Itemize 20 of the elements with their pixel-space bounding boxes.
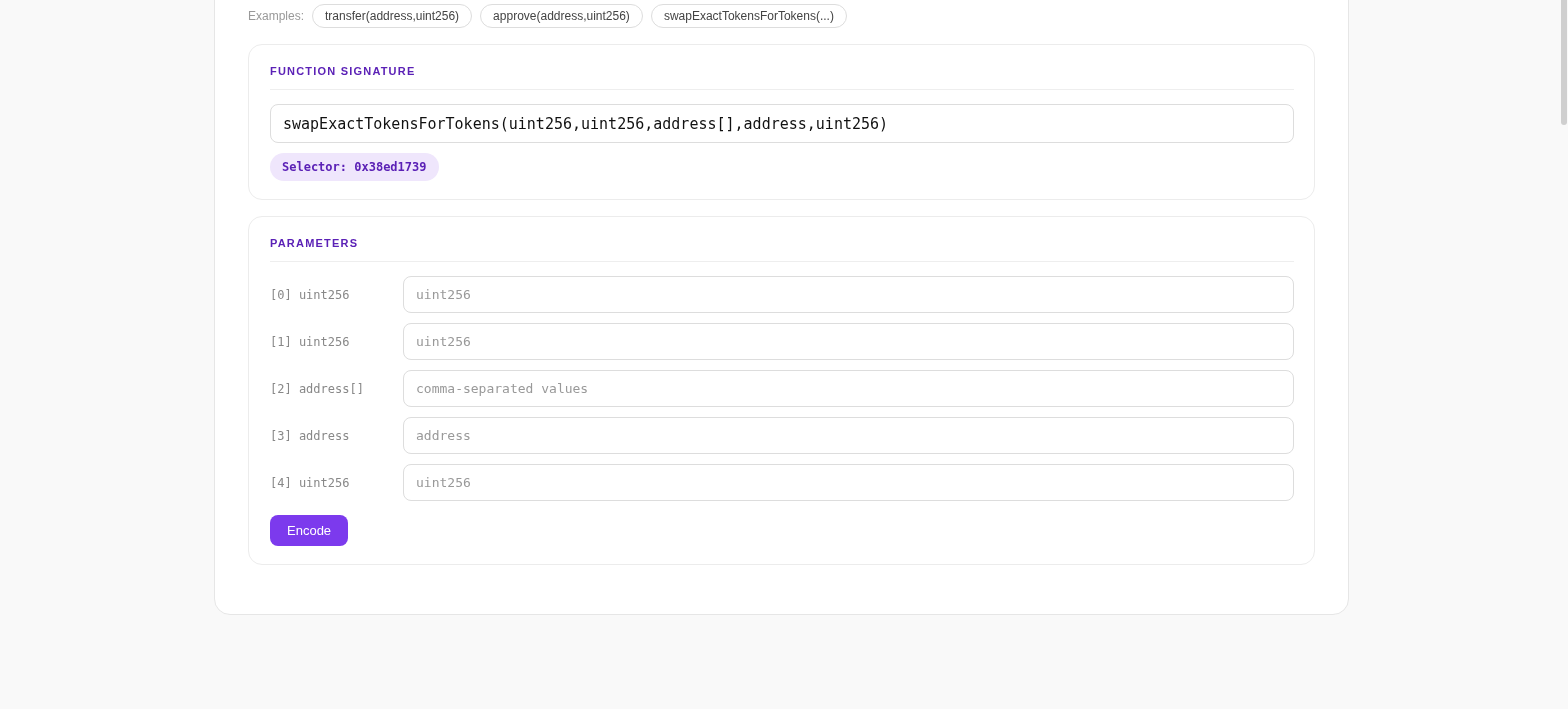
scrollbar-thumb[interactable] <box>1561 0 1567 125</box>
parameter-input[interactable]: uint256 <box>403 276 1294 313</box>
parameter-label: [1] uint256 <box>270 334 351 349</box>
parameter-input[interactable]: uint256 <box>403 464 1294 501</box>
card-title: PARAMETERS <box>270 237 1294 262</box>
parameter-label: [3] address <box>270 428 351 443</box>
signature-field[interactable]: swapExactTokensForTokens(uint256,uint256,address[],address,uint256) <box>270 104 1294 143</box>
parameter-label: [2] address[] <box>270 381 365 396</box>
parameter-label: [4] uint256 <box>270 475 351 490</box>
card-title: FUNCTION SIGNATURE <box>270 65 1294 90</box>
example-chip[interactable]: approve(address,uint256) <box>480 4 643 28</box>
parameter-label: [0] uint256 <box>270 287 351 302</box>
example-chip[interactable]: transfer(address,uint256) <box>312 4 473 28</box>
parameter-input[interactable]: address <box>403 417 1294 454</box>
parameter-input[interactable]: uint256 <box>403 323 1294 360</box>
parameter-input[interactable]: comma-separated values <box>403 370 1294 407</box>
selector-badge: Selector: 0x38ed1739 <box>270 153 439 181</box>
encode-button[interactable]: Encode <box>270 515 349 546</box>
examples-label: Examples: <box>248 9 305 23</box>
example-chip[interactable]: swapExactTokensForTokens(...) <box>650 4 847 28</box>
